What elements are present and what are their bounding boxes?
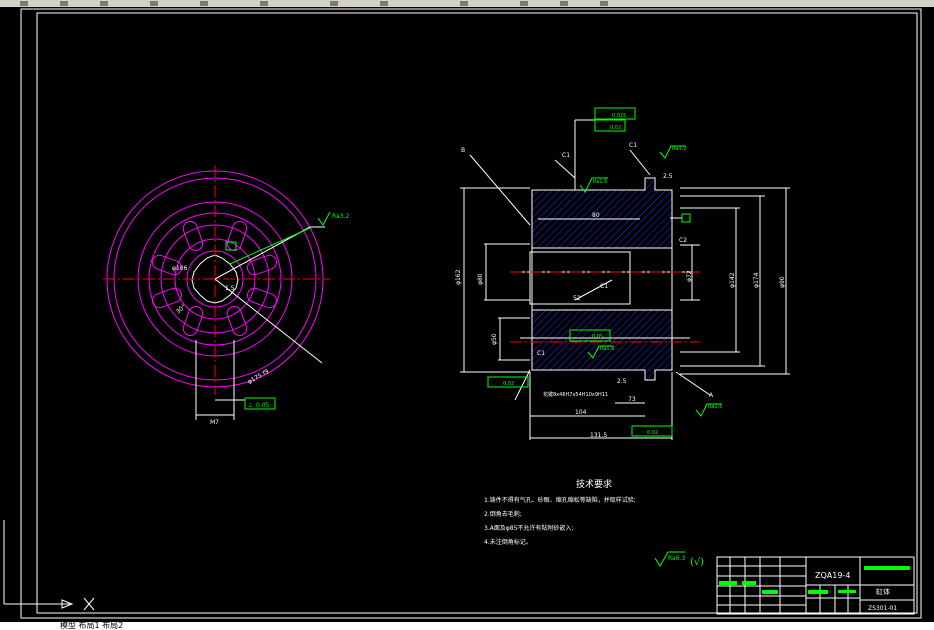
tol-mid: 0.05 <box>592 334 603 340</box>
undo-icon[interactable] <box>330 1 338 6</box>
dim-depth: 2.5 <box>663 173 673 180</box>
zoom-icon[interactable] <box>520 1 528 6</box>
chamfer-c1-bot: C1 <box>537 350 545 357</box>
toolbar <box>0 0 934 7</box>
tech-item-4: 4.未注倒角标记。 <box>484 538 532 546</box>
tech-requirements: 技术要求 1.铸件不得有气孔、砂眼、缩孔缩松等缺陷，并取样试验; 2.倒角去毛刺… <box>484 478 636 546</box>
dim-bottom1: 73 <box>628 396 636 403</box>
roughness-right: Ra3.2 <box>672 146 686 152</box>
tol-top2: 0.02 <box>610 125 621 131</box>
dim-right-dia4: φ90 <box>779 276 786 288</box>
redo-icon[interactable] <box>380 1 388 6</box>
pan-icon[interactable] <box>460 1 468 6</box>
open-icon[interactable] <box>20 1 28 6</box>
chamfer-c1-top: C1 <box>562 152 570 159</box>
title-part-name: 缸体 <box>876 587 890 596</box>
left-tol-sym: ⊥ <box>248 402 253 409</box>
chamfer-c1-top2: C1 <box>629 142 637 149</box>
dim-right-dia3: φ174 <box>753 272 760 288</box>
roughness-mid: Ra1.6 <box>600 346 614 352</box>
dim-r: 2.5 <box>617 378 627 385</box>
section-view[interactable]: B A C1 C1 C1 C1 C2 80 52 2.5 73 104 131.… <box>455 107 790 440</box>
left-tol-val: 0.05 <box>256 402 270 409</box>
dim-left-dia3: φ50 <box>491 333 498 345</box>
title-drawing-no: ZS301-01 <box>868 605 897 612</box>
section-label-B: B <box>461 147 465 154</box>
dim-right-dia1: φ72 <box>686 270 693 282</box>
dim-mid-len: 52 <box>573 295 581 302</box>
print-icon[interactable] <box>100 1 108 6</box>
chamfer-c2: C2 <box>679 237 687 244</box>
general-roughness: Ra6.3 (√) <box>654 551 704 568</box>
title-code: ZQA19-4 <box>815 571 850 580</box>
paste-icon[interactable] <box>260 1 268 6</box>
tech-title: 技术要求 <box>576 478 612 490</box>
tol-top1: 0.025 <box>612 113 626 119</box>
copy-icon[interactable] <box>200 1 208 6</box>
tech-item-3: 3.A面及φ85不允许有粘附砂嵌入; <box>484 524 573 532</box>
section-label-A: A <box>709 392 714 399</box>
chamfer-c1-mid: C1 <box>600 283 608 290</box>
left-view[interactable]: φ175 f9 φ106 30° M7 1.5 Ra3.2 ⊥ 0.05 <box>103 165 349 426</box>
general-roughness-val: Ra6.3 <box>668 555 685 562</box>
left-bottom-width: M7 <box>210 419 219 426</box>
cut-icon[interactable] <box>150 1 158 6</box>
dim-bottom2: 104 <box>575 409 587 416</box>
layer-icon[interactable] <box>560 1 568 6</box>
roughness-bottom: Ra1.6 <box>708 404 722 410</box>
save-icon[interactable] <box>60 1 68 6</box>
tech-item-1: 1.铸件不得有气孔、砂眼、缩孔缩松等缺陷，并取样试验; <box>484 496 636 504</box>
left-small-dim: 1.5 <box>225 285 235 292</box>
layout-tabs-label[interactable]: 模型 布局1 布局2 <box>60 622 123 630</box>
dim-left-dia1: φ162 <box>455 269 462 285</box>
ucs-icon <box>3 520 95 611</box>
tol-bot-left: 0.02 <box>503 381 514 387</box>
dim-right-dia2: φ142 <box>729 272 736 288</box>
layout-tabs: 模型 布局1 布局2 <box>0 622 934 630</box>
drawing-canvas[interactable]: φ175 f9 φ106 30° M7 1.5 Ra3.2 ⊥ 0.05 B A… <box>0 7 934 622</box>
dim-top-len: 80 <box>592 212 600 219</box>
left-ref-label: φ106 <box>172 265 188 272</box>
properties-icon[interactable] <box>600 1 608 6</box>
left-angle-label: 30° <box>175 303 188 315</box>
dim-bottom3: 131.5 <box>590 432 607 439</box>
general-roughness-paren: (√) <box>690 557 704 568</box>
left-roughness: Ra3.2 <box>332 213 349 220</box>
dim-left-dia2: φ80 <box>477 273 484 285</box>
tol-bot-right: 0.02 <box>647 430 658 436</box>
spline-note: 花键8x46H7x54H10x9H11 <box>543 391 608 398</box>
tech-item-2: 2.倒角去毛刺; <box>484 510 522 518</box>
roughness-top: Ra1.6 <box>593 179 607 185</box>
